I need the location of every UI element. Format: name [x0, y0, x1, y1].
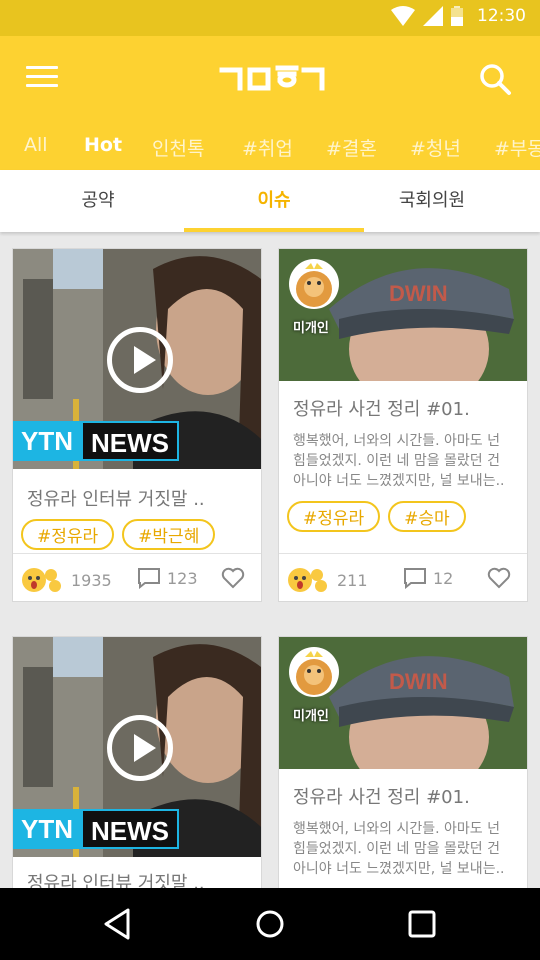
video-card[interactable]: YTN NEWS 정유라 인터뷰 거짓말 .. — [12, 636, 262, 888]
tab-hot[interactable]: Hot — [84, 134, 122, 156]
card-footer: 1935 123 — [13, 553, 261, 601]
avatar-label: 미개인 — [293, 321, 329, 336]
avatar[interactable] — [289, 259, 339, 309]
ytn-news-badge: YTN NEWS — [13, 421, 179, 461]
status-bar: 12:30 — [0, 0, 540, 36]
post-card[interactable]: DWIN 미개인 정유라 사건 정리 #01. 행복했어, 너와의 시간들. 아… — [278, 636, 528, 888]
comment-icon — [404, 568, 426, 589]
comment-count-value: 123 — [167, 568, 198, 588]
card-title: 정유라 인터뷰 거짓말 .. — [27, 873, 205, 888]
tab-realestate[interactable]: #부동 — [494, 134, 540, 161]
reaction-count-value: 1935 — [71, 570, 112, 590]
ytn-badge-right: NEWS — [81, 421, 179, 461]
play-icon[interactable] — [107, 715, 173, 781]
subtab-assembly[interactable]: 국회의원 — [342, 170, 522, 232]
card-title: 정유라 사건 정리 #01. — [293, 399, 470, 420]
search-icon[interactable] — [478, 62, 512, 96]
avatar[interactable] — [289, 647, 339, 697]
post-thumbnail[interactable]: DWIN 미개인 — [279, 249, 527, 381]
tab-marriage[interactable]: #결혼 — [326, 134, 377, 161]
play-icon[interactable] — [107, 327, 173, 393]
tag-chip[interactable]: #박근혜 — [122, 519, 216, 550]
post-card[interactable]: DWIN 미개인 정유라 사건 정리 #01. 행복했어, 너와의 시간들. 아… — [278, 248, 528, 602]
signal-icon — [423, 6, 443, 26]
category-tabs: All Hot 인천톡 #취업 #결혼 #청년 #부동 — [0, 130, 540, 170]
tab-job[interactable]: #취업 — [242, 134, 293, 161]
ytn-news-badge: YTN NEWS — [13, 809, 179, 849]
card-description: 행복했어, 너와의 시간들. 아마도 넌 힘들었겠지. 이런 네 맘을 몰랐던 … — [293, 821, 505, 877]
comment-count[interactable]: 123 — [137, 567, 198, 589]
back-icon[interactable] — [100, 906, 136, 942]
tab-incheon-talk[interactable]: 인천톡 — [152, 134, 204, 161]
comment-count[interactable]: 12 — [403, 567, 453, 589]
svg-text:DWIN: DWIN — [389, 281, 448, 306]
tag-chip[interactable]: #정유라 — [287, 501, 381, 532]
tab-youth[interactable]: #청년 — [410, 134, 461, 161]
reaction-count[interactable]: 1935 — [21, 567, 112, 593]
tag-list: #정유라 #승마 — [279, 501, 527, 532]
card-title: 정유라 인터뷰 거짓말 .. — [27, 489, 205, 510]
menu-icon[interactable] — [26, 66, 58, 92]
card-title: 정유라 사건 정리 #01. — [293, 787, 470, 808]
app-bar: All Hot 인천톡 #취업 #결혼 #청년 #부동 — [0, 36, 540, 170]
comment-icon — [138, 568, 160, 589]
tag-chip[interactable]: #승마 — [388, 501, 466, 532]
sub-tabs: 공약 이슈 국회의원 — [0, 170, 540, 232]
emoji-reaction-icon — [288, 568, 327, 592]
tab-all[interactable]: All — [24, 134, 48, 156]
ytn-badge-left: YTN — [13, 421, 81, 461]
subtab-pledge[interactable]: 공약 — [8, 170, 188, 232]
heart-icon[interactable] — [487, 567, 511, 589]
wifi-icon — [391, 6, 415, 26]
comment-count-value: 12 — [433, 568, 454, 588]
video-thumbnail[interactable]: YTN NEWS — [13, 637, 261, 857]
heart-icon[interactable] — [221, 567, 245, 589]
emoji-reaction-icon — [22, 568, 61, 592]
system-nav-bar — [0, 888, 540, 960]
video-card[interactable]: YTN NEWS 정유라 인터뷰 거짓말 .. #정유라 #박근혜 1935 1… — [12, 248, 262, 602]
card-footer: 211 12 — [279, 553, 527, 601]
tag-list: #정유라 #박근혜 — [13, 519, 261, 550]
ytn-badge-left: YTN — [13, 809, 81, 849]
subtab-issue[interactable]: 이슈 — [184, 170, 364, 232]
post-thumbnail[interactable]: DWIN 미개인 — [279, 637, 527, 769]
card-description: 행복했어, 너와의 시간들. 아마도 넌 힘들었겠지. 이런 네 맘을 몰랐던 … — [293, 433, 505, 489]
battery-icon — [451, 6, 463, 26]
app-logo — [219, 65, 325, 91]
reaction-count[interactable]: 211 — [287, 567, 368, 593]
tag-chip[interactable]: #정유라 — [21, 519, 115, 550]
status-icons: 12:30 — [391, 6, 526, 26]
feed: YTN NEWS 정유라 인터뷰 거짓말 .. #정유라 #박근혜 1935 1… — [0, 232, 540, 888]
status-time: 12:30 — [477, 6, 526, 26]
svg-text:DWIN: DWIN — [389, 669, 448, 694]
reaction-count-value: 211 — [337, 570, 368, 590]
recents-icon[interactable] — [404, 906, 440, 942]
video-thumbnail[interactable]: YTN NEWS — [13, 249, 261, 469]
avatar-label: 미개인 — [293, 709, 329, 724]
ytn-badge-right: NEWS — [81, 809, 179, 849]
home-icon[interactable] — [252, 906, 288, 942]
